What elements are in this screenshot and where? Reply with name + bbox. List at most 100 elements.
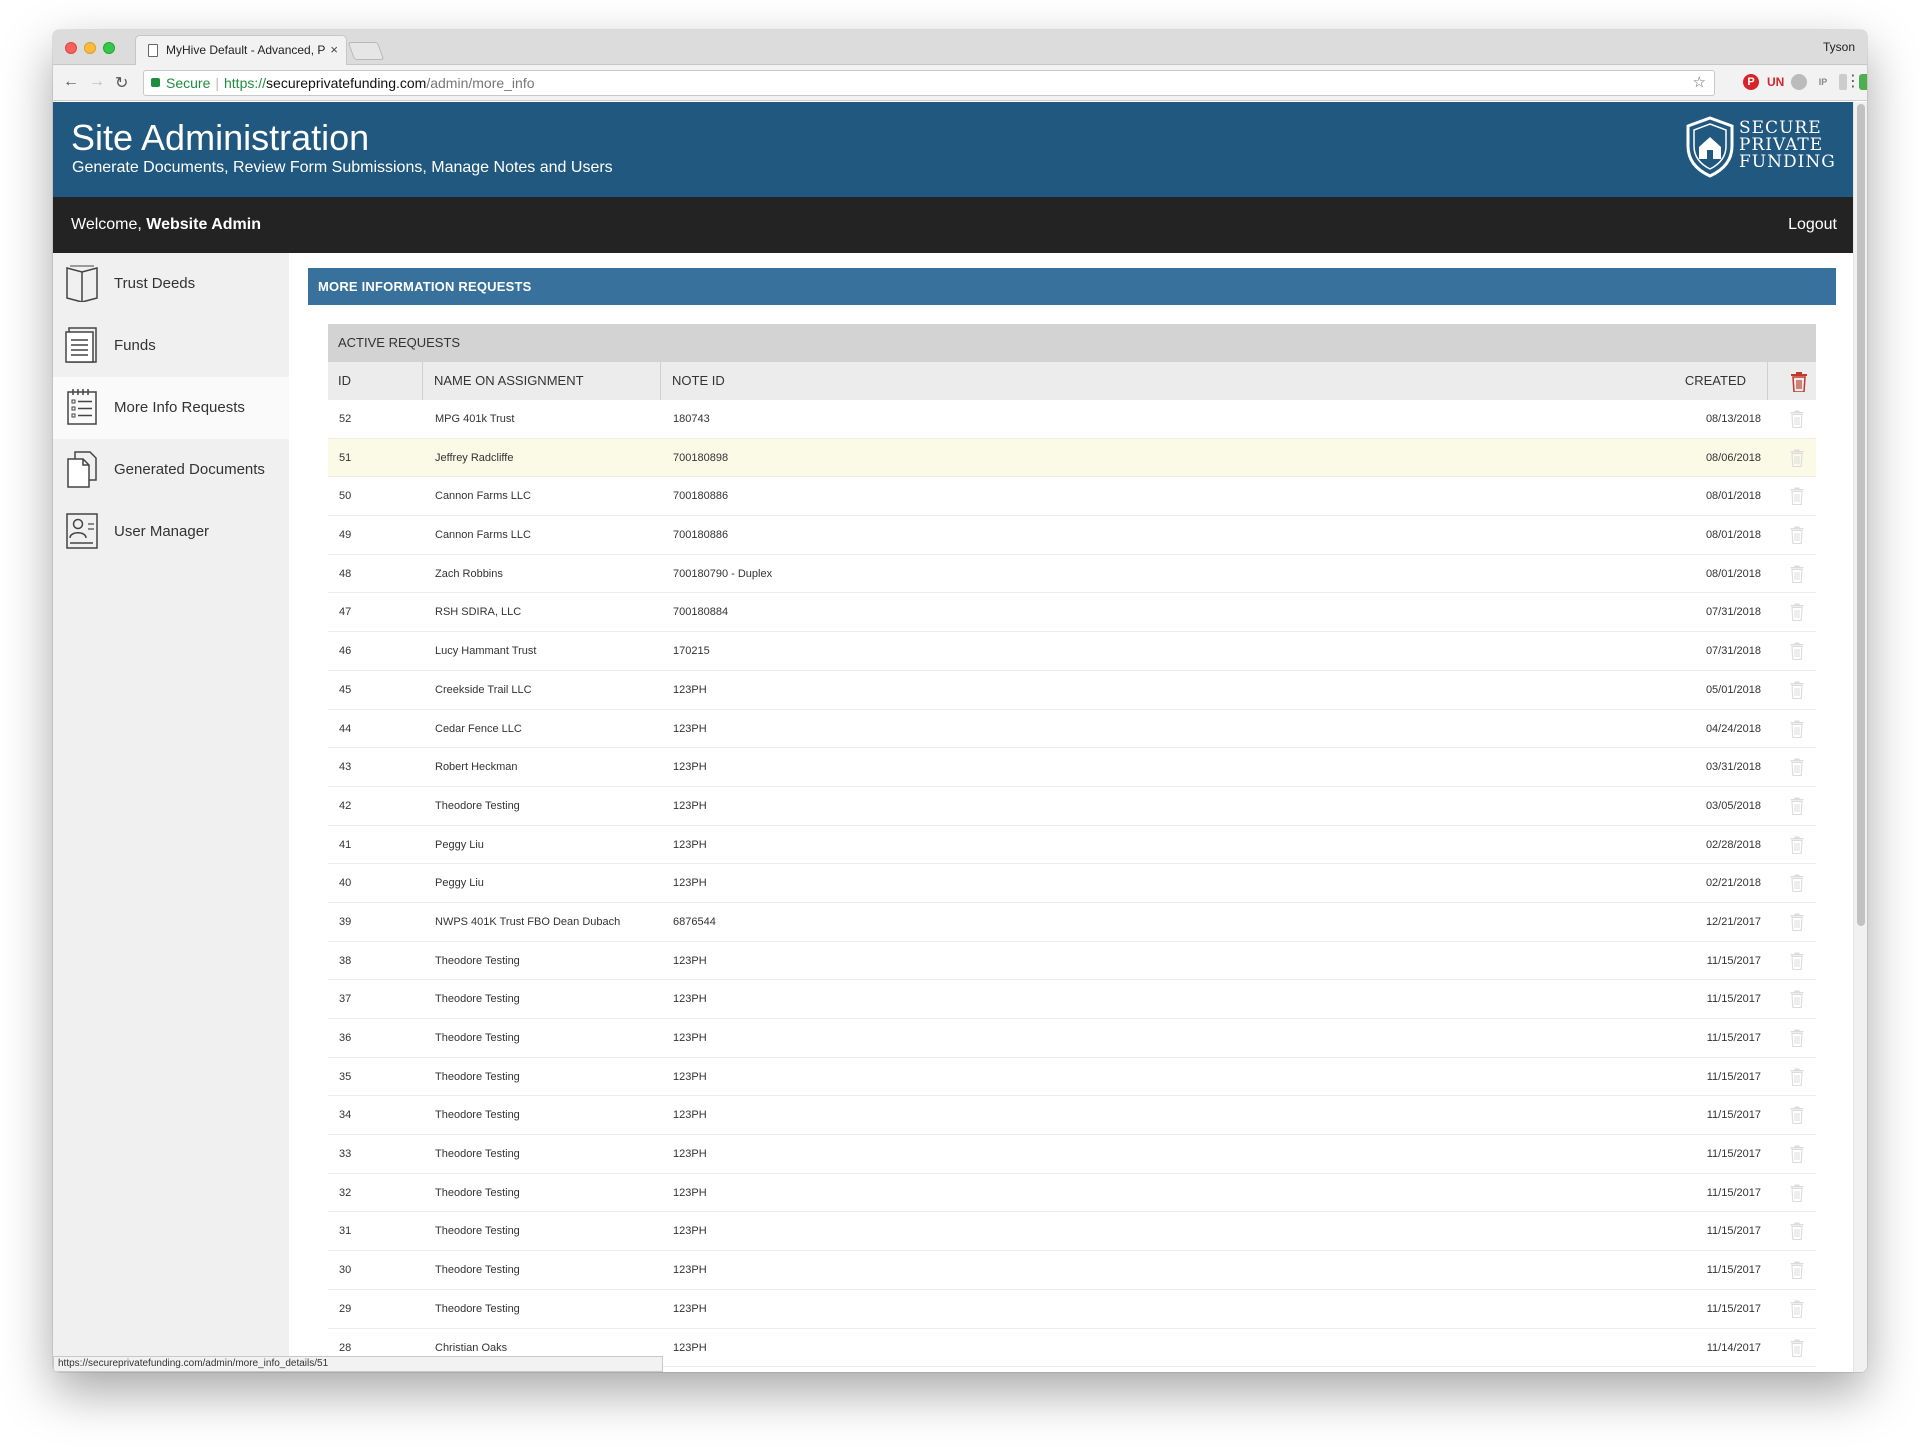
logout-link[interactable]: Logout <box>1788 216 1837 234</box>
column-header-note-id[interactable]: NOTE ID <box>661 362 1768 400</box>
reload-icon[interactable]: ↻ <box>115 73 128 93</box>
profile-name[interactable]: Tyson <box>1823 40 1855 54</box>
delete-trash-icon[interactable] <box>1790 1300 1804 1318</box>
table-row[interactable]: 51 Jeffrey Radcliffe 700180898 08/06/2018 <box>328 438 1816 478</box>
delete-trash-icon[interactable] <box>1790 410 1804 429</box>
cell-name[interactable]: Theodore Testing <box>435 1096 520 1134</box>
table-row[interactable]: 48 Zach Robbins 700180790 - Duplex 08/01/20… <box>328 555 1816 594</box>
cell-name[interactable]: Theodore Testing <box>435 1019 520 1057</box>
table-row[interactable]: 32 Theodore Testing 123PH 11/15/2017 <box>328 1174 1816 1213</box>
column-header-name[interactable]: NAME ON ASSIGNMENT <box>423 362 661 400</box>
cell-name[interactable]: Theodore Testing <box>435 1135 520 1173</box>
column-header-created[interactable]: CREATED <box>1685 362 1746 400</box>
delete-trash-icon[interactable] <box>1790 642 1804 661</box>
delete-trash-icon[interactable] <box>1790 990 1804 1009</box>
delete-trash-icon[interactable] <box>1790 565 1804 583</box>
delete-trash-icon[interactable] <box>1790 1068 1804 1086</box>
delete-trash-icon[interactable] <box>1790 874 1804 893</box>
delete-trash-icon[interactable] <box>1790 487 1804 506</box>
table-row[interactable]: 36 Theodore Testing 123PH 11/15/2017 <box>328 1019 1816 1058</box>
cell-name[interactable]: Cannon Farms LLC <box>435 477 531 515</box>
delete-trash-icon[interactable] <box>1790 1145 1804 1164</box>
cell-name[interactable]: Lucy Hammant Trust <box>435 632 536 670</box>
table-row[interactable]: 52 MPG 401k Trust 180743 08/13/2018 <box>328 400 1816 439</box>
cell-name[interactable]: Theodore Testing <box>435 1290 520 1328</box>
cell-name[interactable]: Robert Heckman <box>435 748 518 786</box>
minimize-window-button[interactable] <box>84 42 96 54</box>
delete-trash-icon[interactable] <box>1790 952 1804 970</box>
table-row[interactable]: 29 Theodore Testing 123PH 11/15/2017 <box>328 1290 1816 1329</box>
cell-name[interactable]: Theodore Testing <box>435 1174 520 1212</box>
cell-name[interactable]: NWPS 401K Trust FBO Dean Dubach <box>435 903 620 941</box>
brand-logo[interactable]: SECURE PRIVATE FUNDING <box>1685 116 1835 180</box>
table-row[interactable]: 38 Theodore Testing 123PH 11/15/2017 <box>328 942 1816 981</box>
sidebar-item-more-info-requests[interactable]: More Info Requests <box>53 377 289 439</box>
forward-arrow-icon[interactable]: → <box>89 73 105 91</box>
delete-trash-icon[interactable] <box>1790 797 1804 815</box>
cell-name[interactable]: MPG 401k Trust <box>435 400 514 438</box>
table-row[interactable]: 41 Peggy Liu 123PH 02/28/2018 <box>328 826 1816 865</box>
close-window-button[interactable] <box>65 42 77 54</box>
browser-tab[interactable]: MyHive Default - Advanced, P × <box>135 35 347 65</box>
table-row[interactable]: 30 Theodore Testing 123PH 11/15/2017 <box>328 1251 1816 1290</box>
cell-name[interactable]: Theodore Testing <box>435 1251 520 1289</box>
table-row[interactable]: 50 Cannon Farms LLC 700180886 08/01/2018 <box>328 477 1816 517</box>
delete-trash-icon[interactable] <box>1790 1106 1804 1125</box>
cloud-extension-icon[interactable] <box>1791 74 1807 90</box>
cell-name[interactable]: Peggy Liu <box>435 826 484 864</box>
cell-name[interactable]: Theodore Testing <box>435 1212 520 1250</box>
cell-name[interactable]: Zach Robbins <box>435 555 503 593</box>
cell-name[interactable]: Theodore Testing <box>435 1058 520 1096</box>
table-row[interactable]: 45 Creekside Trail LLC 123PH 05/01/2018 <box>328 671 1816 710</box>
delete-trash-icon[interactable] <box>1790 681 1804 699</box>
delete-trash-icon[interactable] <box>1790 836 1804 854</box>
table-row[interactable]: 44 Cedar Fence LLC 123PH 04/24/2018 <box>328 710 1816 749</box>
cell-name[interactable]: Cannon Farms LLC <box>435 516 531 554</box>
sidebar-item-user-manager[interactable]: User Manager <box>53 501 289 563</box>
table-row[interactable]: 39 NWPS 401K Trust FBO Dean Dubach 6876544… <box>328 903 1816 942</box>
delete-trash-icon[interactable] <box>1790 526 1804 545</box>
delete-trash-icon[interactable] <box>1790 1339 1804 1357</box>
delete-trash-icon[interactable] <box>1790 758 1804 777</box>
table-row[interactable]: 34 Theodore Testing 123PH 11/15/2017 <box>328 1096 1816 1136</box>
cell-name[interactable]: RSH SDIRA, LLC <box>435 593 521 631</box>
delete-trash-icon[interactable] <box>1790 913 1804 931</box>
table-row[interactable]: 35 Theodore Testing 123PH 11/15/2017 <box>328 1058 1816 1097</box>
table-row[interactable]: 42 Theodore Testing 123PH 03/05/2018 <box>328 787 1816 826</box>
cell-name[interactable]: Theodore Testing <box>435 980 520 1018</box>
cell-name[interactable]: Jeffrey Radcliffe <box>435 439 513 477</box>
vertical-scrollbar[interactable] <box>1853 102 1867 1372</box>
table-row[interactable]: 49 Cannon Farms LLC 700180886 08/01/2018 <box>328 516 1816 555</box>
table-row[interactable]: 47 RSH SDIRA, LLC 700180884 07/31/2018 <box>328 593 1816 633</box>
delete-trash-icon[interactable] <box>1790 1222 1804 1241</box>
bookmark-star-icon[interactable]: ☆ <box>1693 71 1706 95</box>
delete-trash-icon[interactable] <box>1790 449 1804 467</box>
cell-name[interactable]: Theodore Testing <box>435 787 520 825</box>
table-row[interactable]: 31 Theodore Testing 123PH 11/15/2017 <box>328 1212 1816 1252</box>
sidebar-item-generated-documents[interactable]: Generated Documents <box>53 439 289 501</box>
tab-close-icon[interactable]: × <box>330 36 338 64</box>
cell-name[interactable]: Peggy Liu <box>435 864 484 902</box>
delete-trash-icon[interactable] <box>1790 603 1804 622</box>
delete-all-trash-icon[interactable] <box>1790 372 1808 392</box>
table-row[interactable]: 46 Lucy Hammant Trust 170215 07/31/2018 <box>328 632 1816 671</box>
sidebar-item-trust-deeds[interactable]: Trust Deeds <box>53 253 289 315</box>
table-row[interactable]: 43 Robert Heckman 123PH 03/31/2018 <box>328 748 1816 787</box>
table-row[interactable]: 33 Theodore Testing 123PH 11/15/2017 <box>328 1135 1816 1174</box>
delete-trash-icon[interactable] <box>1790 1029 1804 1048</box>
sidebar-item-funds[interactable]: Funds <box>53 315 289 377</box>
table-row[interactable]: 37 Theodore Testing 123PH 11/15/2017 <box>328 980 1816 1019</box>
un-extension-icon[interactable]: UN <box>1767 74 1784 90</box>
scrollbar-thumb[interactable] <box>1857 104 1865 926</box>
ip-extension-icon[interactable]: IP <box>1815 74 1831 90</box>
browser-menu-icon[interactable]: ⋮ <box>1845 71 1861 91</box>
delete-trash-icon[interactable] <box>1790 1261 1804 1280</box>
delete-trash-icon[interactable] <box>1790 720 1804 738</box>
cell-name[interactable]: Cedar Fence LLC <box>435 710 522 748</box>
column-header-id[interactable]: ID <box>328 362 423 400</box>
pinterest-extension-icon[interactable]: P <box>1743 74 1759 90</box>
cell-name[interactable]: Creekside Trail LLC <box>435 671 532 709</box>
cell-name[interactable]: Theodore Testing <box>435 942 520 980</box>
back-arrow-icon[interactable]: ← <box>63 73 79 91</box>
delete-trash-icon[interactable] <box>1790 1184 1804 1202</box>
